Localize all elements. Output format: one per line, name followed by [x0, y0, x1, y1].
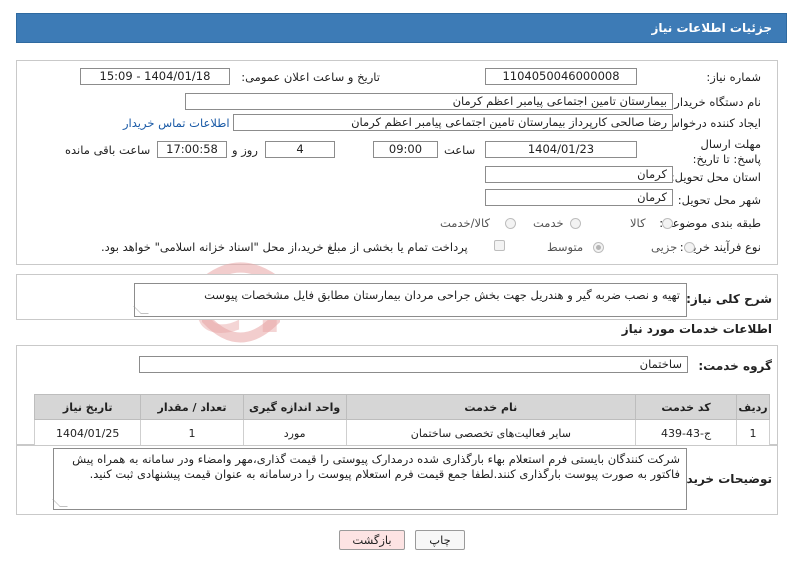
description-textarea[interactable]: تهیه و نصب ضربه گیر و هندریل جهت بخش جرا…: [133, 283, 687, 317]
province-field: کرمان: [485, 166, 673, 183]
category-option-goods-service: کالا/خدمت: [440, 216, 491, 230]
resize-grip-icon[interactable]: [52, 499, 68, 507]
need-info-panel: [16, 60, 778, 265]
process-option-medium: متوسط: [547, 240, 584, 254]
announce-date-label: تاریخ و ساعت اعلان عمومی:: [241, 70, 380, 84]
city-label: شهر محل تحویل:: [677, 193, 761, 207]
need-number-label: شماره نیاز:: [706, 70, 761, 84]
service-group-field: ساختمان: [139, 356, 688, 373]
resize-grip-icon[interactable]: [133, 306, 149, 314]
remaining-time-label: ساعت باقی مانده: [65, 143, 151, 157]
deadline-time-field: 09:00: [373, 141, 438, 158]
page-title: جزئیات اطلاعات نیاز: [651, 21, 772, 35]
need-number-field: 1104050046000008: [485, 68, 637, 85]
col-service-name: نام خدمت: [345, 394, 637, 420]
deadline-label: مهلت ارسال پاسخ: تا تاریخ:: [692, 137, 761, 166]
cell-service-code: ج-43-439: [634, 419, 738, 447]
col-quantity: تعداد / مقدار: [140, 394, 244, 420]
category-radio-service[interactable]: [570, 218, 581, 229]
col-service-code: کد خدمت: [634, 394, 738, 420]
category-radio-goods[interactable]: [662, 218, 673, 229]
table-header-row: ردیف کد خدمت نام خدمت واحد اندازه گیری ت…: [33, 394, 770, 420]
cell-need-date: 1404/01/25: [33, 419, 142, 447]
buyer-notes-text: شرکت کنندگان بایستی فرم استعلام بهاء بار…: [72, 452, 680, 481]
creator-field: رضا صالحی کارپرداز بیمارستان تامین اجتما…: [233, 114, 673, 131]
deadline-time-label: ساعت: [444, 143, 476, 157]
cell-quantity: 1: [140, 419, 244, 447]
category-option-goods: کالا: [630, 216, 646, 230]
cell-unit: مورد: [242, 419, 347, 447]
deadline-date-field: 1404/01/23: [485, 141, 637, 158]
process-radio-medium[interactable]: [593, 242, 604, 253]
description-label: شرح کلی نیاز:: [686, 292, 772, 306]
buyer-org-field: بیمارستان تامین اجتماعی پیامبر اعظم کرما…: [185, 93, 673, 110]
category-radio-goods-service[interactable]: [505, 218, 516, 229]
days-label: روز و: [232, 143, 258, 157]
process-option-minor: جزیی: [651, 240, 678, 254]
description-text: تهیه و نصب ضربه گیر و هندریل جهت بخش جرا…: [204, 288, 680, 302]
province-label: استان محل تحویل:: [670, 170, 761, 184]
city-field: کرمان: [485, 189, 673, 206]
buyer-org-label: نام دستگاه خریدار:: [670, 95, 761, 109]
col-unit: واحد اندازه گیری: [242, 394, 347, 420]
service-group-label: گروه خدمت:: [698, 359, 772, 373]
services-table: ردیف کد خدمت نام خدمت واحد اندازه گیری ت…: [33, 394, 770, 447]
page: جزئیات اطلاعات نیاز شماره نیاز: 11040500…: [0, 0, 788, 566]
announce-date-field: 1404/01/18 - 15:09: [80, 68, 230, 85]
treasury-checkbox[interactable]: [494, 240, 505, 251]
table-row: 1 ج-43-439 سایر فعالیت‌های تخصصی ساختمان…: [33, 419, 770, 447]
category-label: طبقه بندی موضوعی:: [659, 216, 761, 230]
cell-service-name: سایر فعالیت‌های تخصصی ساختمان: [345, 419, 637, 447]
remaining-time-field: 17:00:58: [157, 141, 227, 158]
col-need-date: تاریخ نیاز: [33, 394, 142, 420]
category-option-service: خدمت: [533, 216, 564, 230]
cell-row: 1: [736, 419, 770, 447]
payment-note: پرداخت تمام یا بخشی از مبلغ خرید،از محل …: [101, 240, 468, 254]
col-row: ردیف: [736, 394, 770, 420]
buyer-contact-link[interactable]: اطلاعات تماس خریدار: [123, 116, 230, 130]
process-radio-minor[interactable]: [684, 242, 695, 253]
buyer-notes-textarea[interactable]: شرکت کنندگان بایستی فرم استعلام بهاء بار…: [52, 448, 687, 510]
page-header: جزئیات اطلاعات نیاز: [16, 13, 787, 43]
services-title: اطلاعات خدمات مورد نیاز: [621, 322, 772, 336]
days-field: 4: [265, 141, 335, 158]
print-button[interactable]: چاپ: [415, 530, 465, 550]
back-button[interactable]: بازگشت: [339, 530, 405, 550]
